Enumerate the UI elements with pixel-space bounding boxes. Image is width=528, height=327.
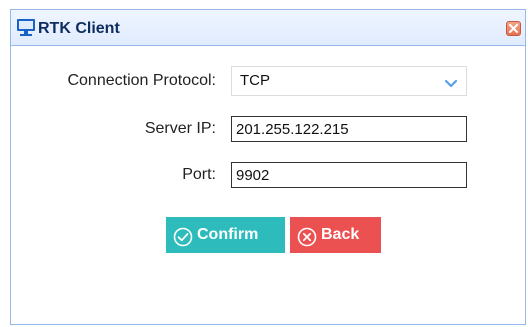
confirm-button-label: Confirm	[197, 226, 259, 243]
close-button[interactable]	[506, 21, 521, 36]
confirm-button[interactable]: Confirm	[166, 217, 285, 253]
protocol-label: Connection Protocol:	[67, 72, 216, 89]
x-circle-icon	[297, 225, 317, 247]
chevron-down-icon[interactable]	[444, 76, 458, 94]
dialog-titlebar: RTK Client	[11, 10, 525, 46]
port-label: Port:	[182, 166, 216, 183]
check-circle-icon	[173, 225, 193, 247]
port-row: Port:	[11, 160, 525, 190]
back-button[interactable]: Back	[290, 217, 381, 253]
rtk-client-dialog: RTK Client Connection Protocol: TCP Serv…	[10, 9, 526, 325]
protocol-select[interactable]: TCP	[231, 66, 467, 96]
protocol-select-value: TCP	[240, 72, 270, 89]
dialog-title: RTK Client	[38, 20, 120, 37]
server-ip-input[interactable]	[231, 116, 467, 142]
protocol-row: Connection Protocol: TCP	[11, 66, 525, 96]
monitor-icon	[16, 18, 36, 37]
server-ip-label: Server IP:	[144, 120, 216, 137]
back-button-label: Back	[321, 226, 360, 243]
port-input[interactable]	[231, 162, 467, 188]
server-ip-row: Server IP:	[11, 114, 525, 144]
